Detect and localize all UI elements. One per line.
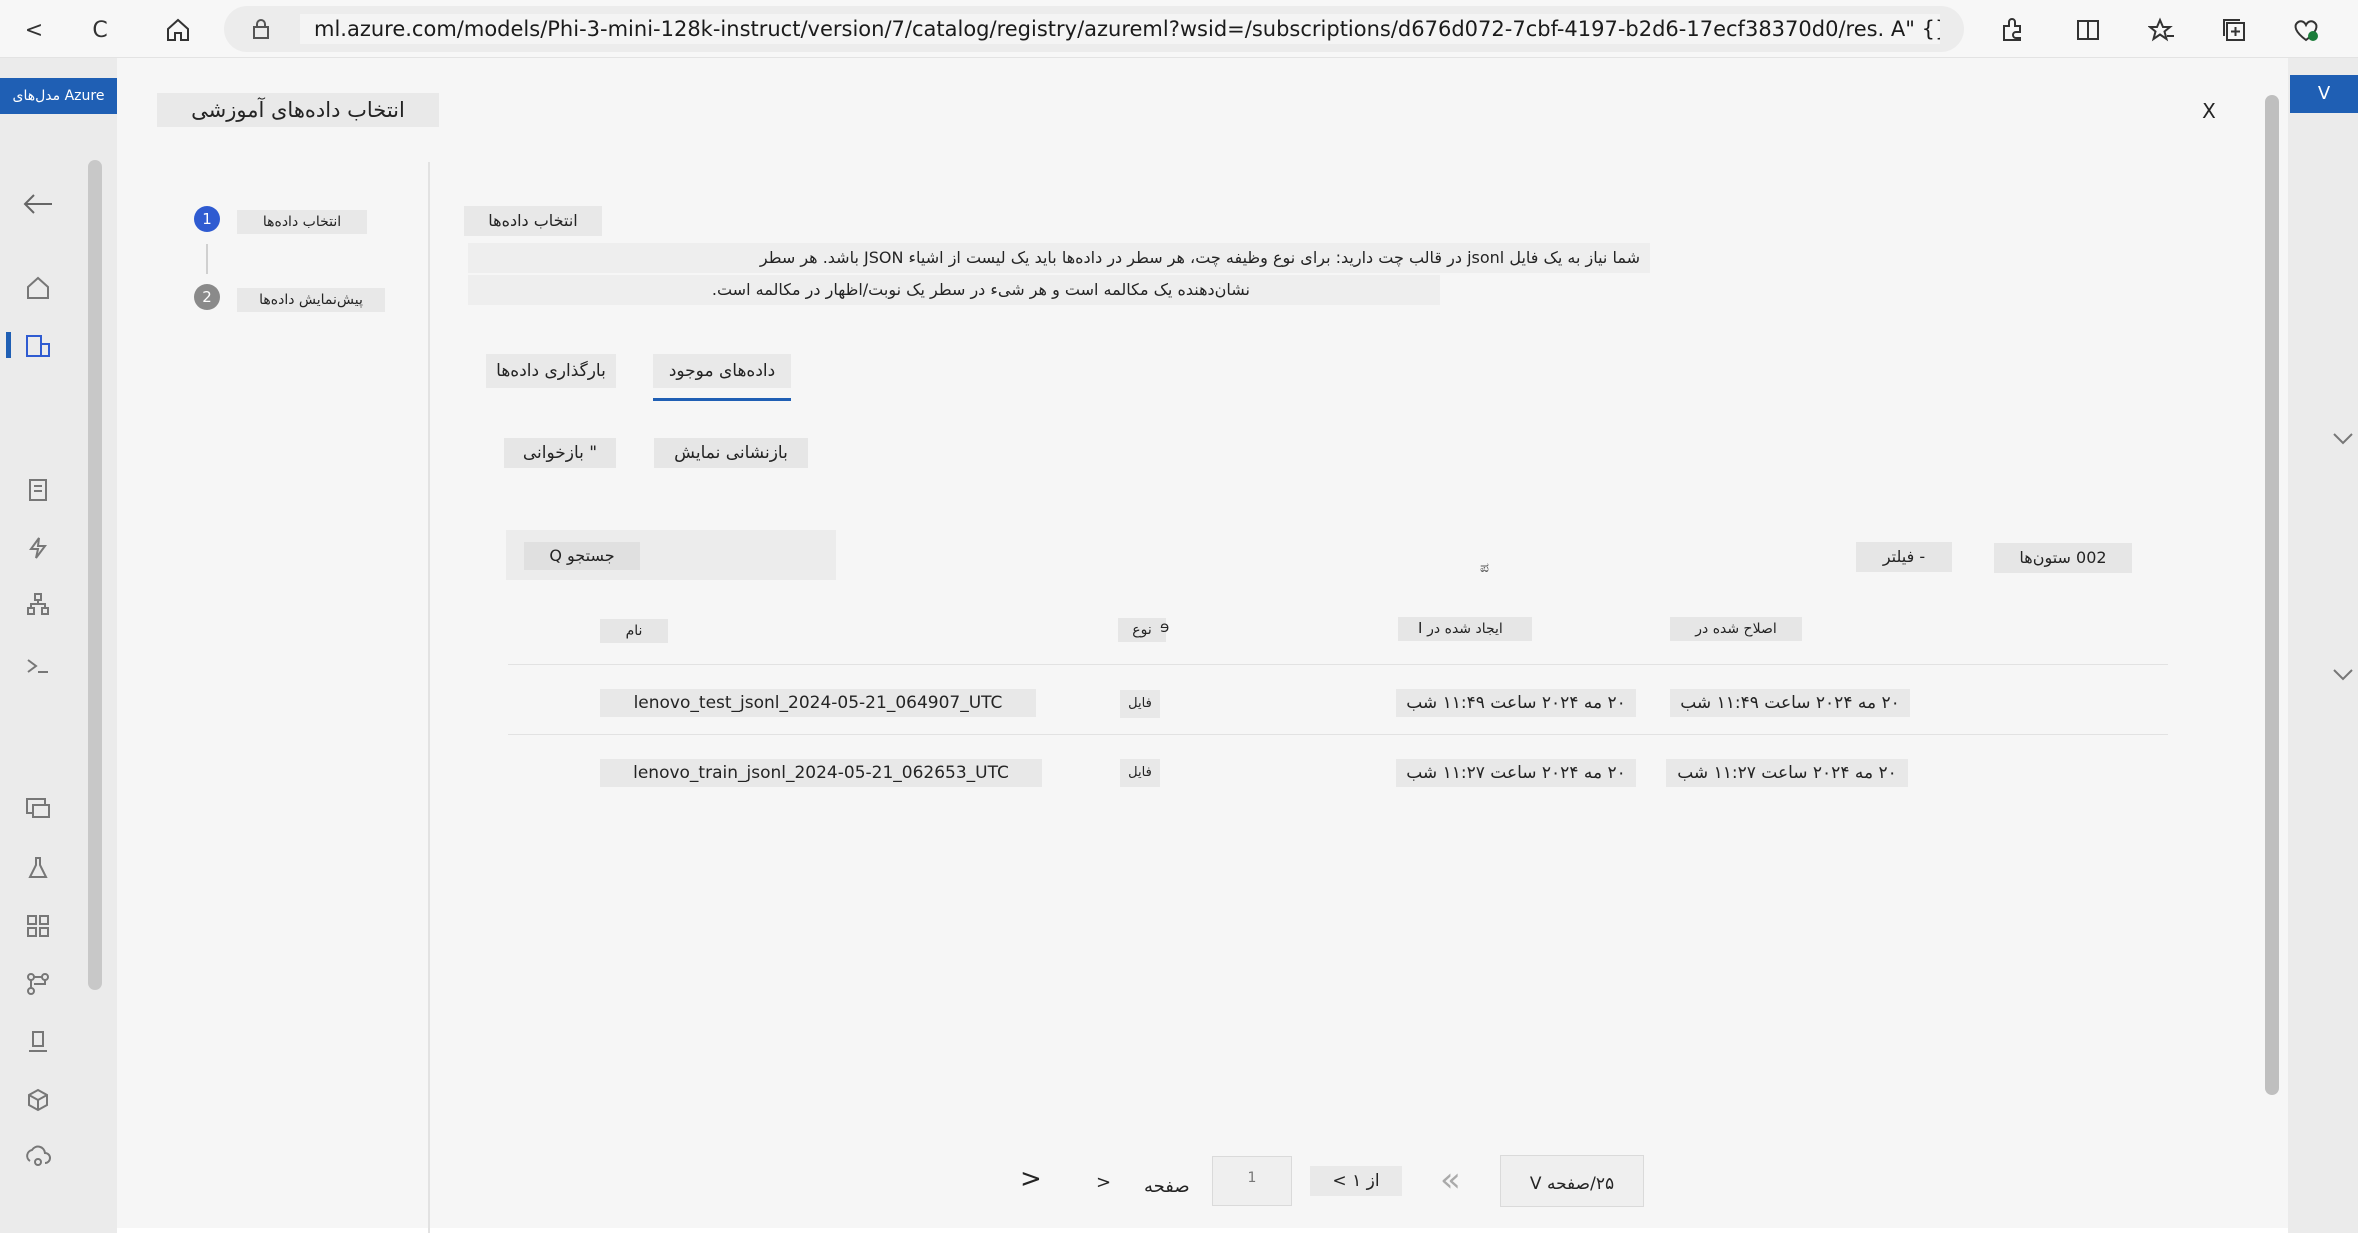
table-header-rule xyxy=(508,664,2168,665)
step-1-indicator: 1 xyxy=(194,206,220,232)
tab-existing-data[interactable]: داده‌های موجود xyxy=(653,354,791,388)
type-sort-glyph[interactable]: ɘ xyxy=(1160,618,1169,636)
browser-essentials-icon[interactable] xyxy=(2288,12,2324,48)
column-header-type[interactable]: نوع xyxy=(1118,618,1166,642)
refresh-button[interactable]: " بازخوانی xyxy=(504,438,616,468)
components-icon[interactable] xyxy=(18,906,58,946)
column-header-name[interactable]: نام xyxy=(600,619,668,643)
first-page-button[interactable]: < xyxy=(1020,1164,1042,1194)
page-label: صفحه xyxy=(1144,1176,1190,1197)
page-number-value: 1 xyxy=(1247,1170,1257,1186)
prompt-flow-icon[interactable] xyxy=(18,646,58,686)
search-label: جستجو Q xyxy=(524,542,640,570)
url-text[interactable]: ml.azure.com/models/Phi-3-mini-128k-inst… xyxy=(300,14,1940,44)
models-cube-icon[interactable] xyxy=(18,1080,58,1120)
created-sort-glyph[interactable]: I xyxy=(1418,619,1422,637)
column-toggle-glyph[interactable]: ಪ xyxy=(1480,560,1489,576)
reload-button[interactable]: C xyxy=(82,12,118,48)
page-size-value: ۲۵/صفحه V xyxy=(1529,1174,1615,1194)
collections-icon[interactable] xyxy=(2216,12,2252,48)
description-line-1: شما نیاز به یک فایل jsonl در قالب چت دار… xyxy=(468,243,1650,273)
table-row-name[interactable]: lenovo_test_jsonl_2024-05-21_064907_UTC xyxy=(600,689,1036,717)
step-2-indicator: 2 xyxy=(194,284,220,310)
chevron-down-icon[interactable] xyxy=(2332,668,2354,682)
active-nav-indicator xyxy=(6,332,11,358)
browser-toolbar: < C ml.azure.com/models/Phi-3-mini-128k-… xyxy=(0,0,2358,58)
favorites-icon[interactable] xyxy=(2144,12,2180,48)
automl-icon[interactable] xyxy=(18,528,58,568)
dialog-scrollbar[interactable] xyxy=(2265,95,2279,1095)
table-row-modified: ۲۰ مه ۲۰۲۴ ساعت ۱۱:۴۹ شب xyxy=(1670,689,1910,717)
table-row-created: ۲۰ مه ۲۰۲۴ ساعت ۱۱:۴۹ شب xyxy=(1396,689,1636,717)
step-connector xyxy=(206,244,208,274)
column-header-modified[interactable]: اصلاح شده در xyxy=(1670,617,1802,641)
portal-scrollbar[interactable] xyxy=(88,160,102,990)
table-row-type: فایل xyxy=(1120,690,1160,718)
extensions-icon[interactable] xyxy=(1994,12,2030,48)
previous-page-button[interactable]: < xyxy=(1096,1172,1111,1193)
active-tab-underline xyxy=(653,398,791,401)
reset-view-button[interactable]: بازنشانی نمایش xyxy=(654,438,808,468)
home-nav-icon[interactable] xyxy=(18,268,58,308)
page-of-label: از ۱ > xyxy=(1310,1166,1402,1196)
back-button[interactable]: < xyxy=(16,12,52,48)
table-row-type: فایل xyxy=(1120,759,1160,787)
table-row-modified: ۲۰ مه ۲۰۲۴ ساعت ۱۱:۲۷ شب xyxy=(1666,759,1908,787)
environments-icon[interactable] xyxy=(18,1022,58,1062)
close-button[interactable]: X xyxy=(2194,96,2224,126)
portal-right-panel xyxy=(2288,58,2358,1233)
data-icon[interactable] xyxy=(18,788,58,828)
model-catalog-icon[interactable] xyxy=(18,326,58,366)
section-title: انتخاب داده‌ها xyxy=(464,206,602,236)
designer-icon[interactable] xyxy=(18,584,58,624)
right-panel-tab[interactable]: V xyxy=(2290,75,2358,113)
chevron-down-icon[interactable] xyxy=(2332,432,2354,446)
jobs-flask-icon[interactable] xyxy=(18,848,58,888)
dialog-divider xyxy=(428,162,430,1233)
pipelines-icon[interactable] xyxy=(18,964,58,1004)
address-bar[interactable]: ml.azure.com/models/Phi-3-mini-128k-inst… xyxy=(224,6,1964,52)
lock-icon xyxy=(250,18,272,40)
notebook-icon[interactable] xyxy=(18,470,58,510)
description-line-2: نشان‌دهنده یک مکالمه است و هر شیء در سطر… xyxy=(468,275,1440,305)
table-row-rule xyxy=(508,734,2168,735)
azure-models-tab[interactable]: مدل‌های Azure xyxy=(0,78,117,114)
home-icon[interactable] xyxy=(160,12,196,48)
select-training-data-dialog xyxy=(117,58,2288,1228)
last-page-button[interactable]: » xyxy=(1440,1160,1461,1200)
split-screen-icon[interactable] xyxy=(2070,12,2106,48)
dialog-title: انتخاب داده‌های آموزشی xyxy=(157,93,439,127)
back-arrow-icon[interactable] xyxy=(18,184,58,224)
tab-upload-data[interactable]: بارگذاری داده‌ها xyxy=(486,354,616,388)
step-select-data[interactable]: انتخاب داده‌ها xyxy=(237,210,367,234)
endpoints-icon[interactable] xyxy=(18,1138,58,1178)
table-row-created: ۲۰ مه ۲۰۲۴ ساعت ۱۱:۲۷ شب xyxy=(1396,759,1636,787)
table-row-name[interactable]: lenovo_train_jsonl_2024-05-21_062653_UTC xyxy=(600,759,1042,787)
columns-button[interactable]: 002 ستون‌ها xyxy=(1994,543,2132,573)
filter-button[interactable]: - فیلتر xyxy=(1856,542,1952,572)
step-preview-data[interactable]: پیش‌نمایش داده‌ها xyxy=(237,288,385,312)
